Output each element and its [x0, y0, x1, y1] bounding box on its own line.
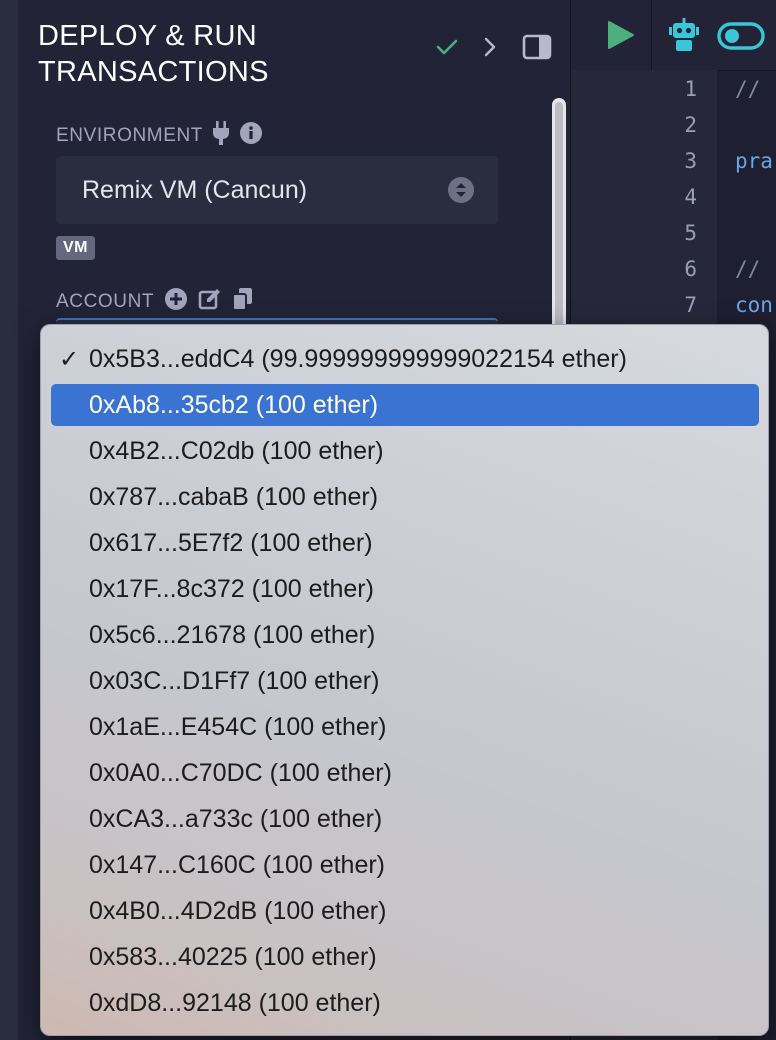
environment-select[interactable]: Remix VM (Cancun)	[56, 156, 498, 224]
code-line[interactable]: //	[735, 77, 760, 101]
environment-value: Remix VM (Cancun)	[82, 175, 308, 204]
panel-scrollbar[interactable]	[552, 98, 566, 348]
panel-header-icons	[436, 34, 552, 60]
account-option[interactable]: 0x03C...D1Ff7 (100 ether)	[51, 660, 759, 702]
line-number: 4	[684, 185, 697, 209]
account-option[interactable]: 0xCA3...a733c (100 ether)	[51, 798, 759, 840]
account-option[interactable]: 0x4B0...4D2dB (100 ether)	[51, 890, 759, 932]
code-line[interactable]: con	[735, 293, 773, 317]
account-option[interactable]: 0x5c6...21678 (100 ether)	[51, 614, 759, 656]
account-label-row: ACCOUNT	[56, 287, 254, 317]
line-number: 5	[684, 221, 697, 245]
account-option[interactable]: 0x17F...8c372 (100 ether)	[51, 568, 759, 610]
toolbar-divider	[651, 0, 652, 70]
icon-panel-edge	[0, 0, 19, 1040]
line-number: 7	[684, 293, 697, 317]
account-option[interactable]: 0xdD8...92148 (100 ether)	[51, 982, 759, 1024]
account-option[interactable]: 0x0A0...C70DC (100 ether)	[51, 752, 759, 794]
checkmark-icon: ✓	[59, 345, 80, 373]
edit-icon[interactable]	[198, 287, 222, 317]
account-option[interactable]: 0x4B2...C02db (100 ether)	[51, 430, 759, 472]
toggle-switch-icon[interactable]	[717, 22, 765, 55]
info-icon[interactable]	[239, 121, 263, 151]
line-number: 2	[684, 113, 697, 137]
account-option[interactable]: 0x787...cabaB (100 ether)	[51, 476, 759, 518]
account-option-selected[interactable]: 0xAb8...35cb2 (100 ether)	[51, 384, 759, 426]
account-option[interactable]: ✓ 0x5B3...eddC4 (99.999999999999022154 e…	[51, 338, 759, 380]
vm-badge: VM	[56, 236, 95, 260]
plug-icon[interactable]	[213, 121, 229, 151]
code-line[interactable]: //	[735, 257, 760, 281]
editor-toolbar	[571, 0, 776, 71]
chevron-right-icon[interactable]	[484, 37, 496, 57]
account-option[interactable]: 0x147...C160C (100 ether)	[51, 844, 759, 886]
line-number: 1	[684, 77, 697, 101]
account-dropdown-menu: ✓ 0x5B3...eddC4 (99.999999999999022154 e…	[40, 324, 769, 1036]
line-number: 3	[684, 149, 697, 173]
panel-title: DEPLOY & RUN TRANSACTIONS	[38, 20, 269, 88]
select-arrows-icon	[448, 177, 474, 203]
check-icon	[436, 38, 458, 56]
toggle-panel-icon[interactable]	[522, 34, 552, 60]
add-account-icon[interactable]	[164, 287, 188, 317]
line-number: 6	[684, 257, 697, 281]
account-option[interactable]: 0x617...5E7f2 (100 ether)	[51, 522, 759, 564]
environment-label: ENVIRONMENT	[56, 125, 203, 146]
copy-icon[interactable]	[232, 287, 254, 317]
account-option[interactable]: 0x1aE...E454C (100 ether)	[51, 706, 759, 748]
account-option[interactable]: 0x583...40225 (100 ether)	[51, 936, 759, 978]
code-line[interactable]: pra	[735, 149, 773, 173]
account-label: ACCOUNT	[56, 291, 155, 312]
environment-label-row: ENVIRONMENT	[56, 121, 263, 151]
run-play-icon[interactable]	[607, 20, 635, 55]
robot-icon[interactable]	[669, 18, 699, 57]
